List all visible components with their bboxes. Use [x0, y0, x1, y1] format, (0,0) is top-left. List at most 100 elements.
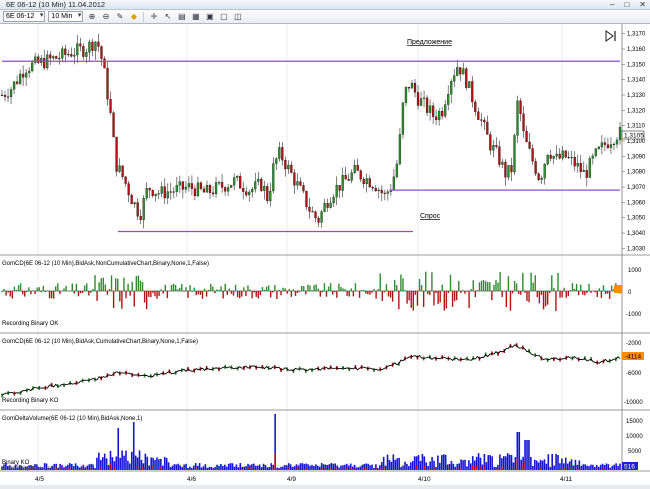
delta-bar: [507, 276, 510, 291]
pointer-icon[interactable]: ↖: [162, 11, 173, 22]
panel2-status: Recording Binary OK: [2, 321, 58, 327]
volume-bar: [202, 466, 205, 470]
volume-bar: [169, 466, 172, 470]
delta-bar: [577, 291, 580, 296]
candle-body: [67, 54, 70, 56]
screenshot-icon[interactable]: ▣: [204, 11, 215, 22]
maximize-icon[interactable]: □: [624, 0, 629, 9]
crosshair-icon[interactable]: ✛: [148, 11, 159, 22]
candle-body: [58, 58, 61, 60]
delta-bar: [9, 291, 11, 297]
close-icon[interactable]: ✕: [639, 0, 646, 9]
delta-bar: [476, 290, 479, 291]
candle-body: [579, 163, 582, 172]
volume-bar: [551, 454, 553, 470]
delta-bar: [86, 283, 88, 291]
grid-icon[interactable]: ▦: [190, 11, 201, 22]
volume-bar: [390, 461, 393, 470]
volume-bar: [398, 457, 400, 470]
candle-body: [573, 157, 576, 167]
delta-bar: [327, 286, 330, 291]
delta-bar: [427, 291, 429, 295]
candle-body: [431, 105, 435, 117]
delta-bar: [371, 291, 373, 293]
volume-bar: [307, 464, 309, 470]
delta-bar: [300, 286, 303, 291]
delta-bar: [524, 291, 526, 293]
volume-bar: [107, 465, 110, 470]
delta-bar: [152, 291, 154, 293]
candle-body: [284, 160, 287, 170]
volume-bar: [377, 467, 379, 470]
volume-bar: [396, 458, 399, 470]
candle-body: [115, 136, 118, 172]
delta-bar: [565, 291, 567, 298]
delta-bar: [77, 291, 80, 297]
panel3-tick: -6000: [626, 371, 642, 377]
delta-bar: [594, 291, 596, 293]
delta-bar: [447, 291, 450, 293]
delta-bar: [389, 291, 392, 298]
pencil-icon[interactable]: ✎: [114, 11, 125, 22]
volume-bar: [98, 452, 100, 470]
volume-bar-sell: [218, 468, 220, 470]
delta-bar: [170, 284, 173, 291]
volume-bar: [508, 454, 511, 470]
delta-bar: [241, 291, 243, 297]
delta-bar: [220, 286, 222, 291]
delta-bar: [536, 291, 539, 298]
delta-bar: [557, 272, 559, 291]
delta-bar: [24, 291, 26, 297]
delta-bar: [445, 291, 448, 309]
window-icon[interactable]: ▢: [218, 11, 229, 22]
color-icon[interactable]: ◆: [128, 11, 139, 22]
panel3-tick: -2000: [626, 341, 642, 347]
candle-body: [296, 181, 299, 186]
candle-body: [148, 188, 151, 191]
delta-bar: [303, 286, 305, 291]
delta-bar: [292, 289, 295, 291]
candle-body: [82, 46, 85, 57]
volume-bar-sell: [570, 466, 573, 470]
candle-body: [335, 185, 338, 198]
supply-annotation[interactable]: Предложение: [407, 39, 452, 46]
delta-bar: [28, 287, 30, 291]
layout-icon[interactable]: ◫: [232, 11, 243, 22]
volume-bar-sell: [479, 466, 482, 470]
delta-bar: [311, 290, 313, 291]
interval-selector[interactable]: 10 Min: [48, 11, 84, 22]
candle-body: [609, 144, 613, 148]
volume-bar-sell: [365, 468, 368, 470]
volume-bar: [344, 464, 346, 470]
candle-body: [12, 81, 16, 90]
delta-bar: [458, 280, 460, 291]
delta-bar: [350, 288, 353, 291]
zoom-in-icon[interactable]: ⊕: [86, 11, 97, 22]
instrument-selector[interactable]: 6E 06-12: [3, 11, 46, 22]
volume-bar: [299, 463, 302, 470]
volume-bar: [564, 457, 567, 470]
candle-body: [28, 70, 31, 74]
delta-bar: [582, 291, 584, 295]
chart-toolbar: 6E 06-12 10 Min ⊕ ⊖ ✎ ◆ ✛ ↖ ▤ ▦ ▣ ▢ ◫: [0, 10, 650, 24]
volume-bar-sell: [342, 468, 344, 470]
candle-body: [263, 186, 266, 191]
candle-body: [380, 189, 383, 194]
candle-body: [338, 185, 341, 191]
delta-bar: [323, 283, 326, 291]
candle-body: [507, 165, 510, 178]
volume-bar: [326, 465, 329, 470]
zoom-out-icon[interactable]: ⊖: [100, 11, 111, 22]
delta-bar: [162, 291, 164, 294]
delta-bar: [307, 284, 309, 291]
properties-icon[interactable]: ▤: [176, 11, 187, 22]
minimize-icon[interactable]: –: [610, 0, 614, 9]
candle-body: [130, 194, 133, 205]
delta-bar: [503, 291, 505, 292]
delta-bar: [435, 291, 437, 294]
delta-bar: [280, 291, 282, 296]
demand-annotation[interactable]: Спрос: [420, 213, 441, 220]
candle-body: [603, 142, 607, 145]
chart-area[interactable]: Предложение Спрос 1,31701,31601,31501,31…: [0, 24, 650, 485]
volume-bar: [70, 463, 73, 470]
